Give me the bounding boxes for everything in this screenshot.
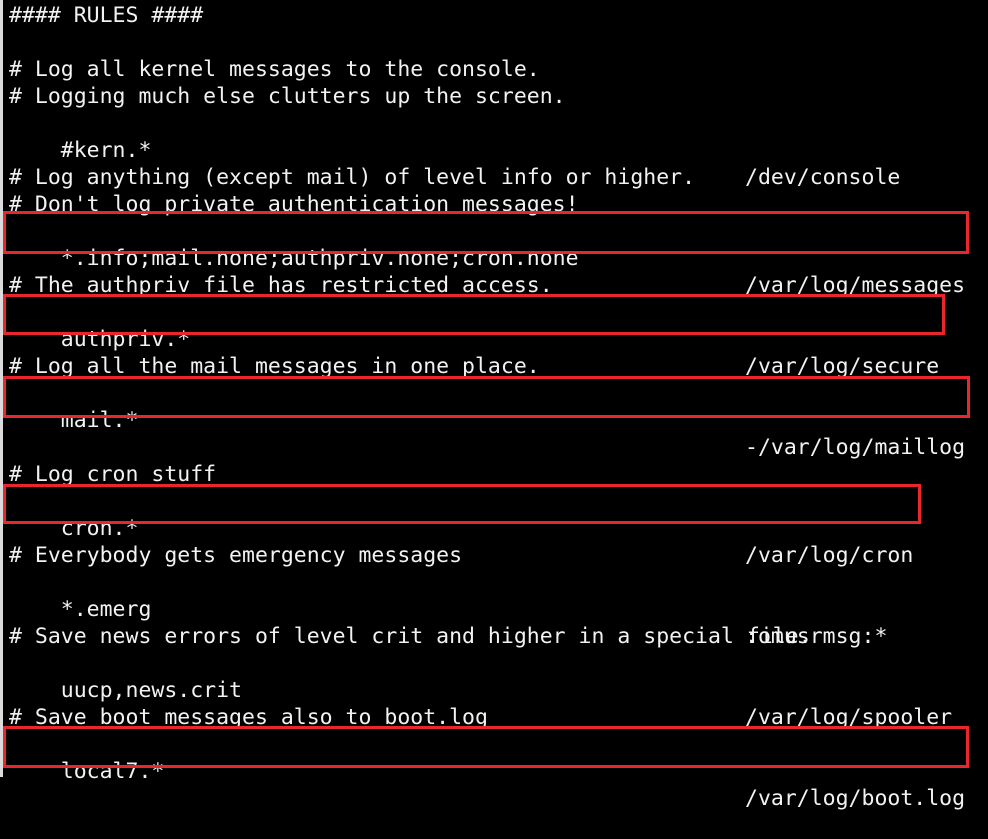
comment-line: # Log cron stuff	[9, 462, 217, 487]
comment-line: # The authpriv file has restricted acces…	[9, 273, 553, 298]
rule-line-kern: #kern.* /dev/console	[9, 110, 901, 190]
comment-line: # Log anything (except mail) of level in…	[9, 165, 696, 190]
comment-line: # Everybody gets emergency messages	[9, 543, 463, 568]
rule-selector: #kern.*	[60, 138, 152, 163]
highlight-box-cron	[3, 484, 921, 524]
rule-action: -/var/log/maillog	[745, 435, 966, 460]
highlight-box-maillog	[3, 376, 970, 418]
rule-line-maillog: mail.* -/var/log/maillog	[9, 380, 965, 460]
rule-line-cron: cron.* /var/log/cron	[9, 488, 914, 568]
rule-line-messages: *.info;mail.none;authpriv.none;cron.none…	[9, 218, 965, 298]
rule-action: /var/log/secure	[745, 354, 940, 379]
rule-selector: *.emerg	[60, 597, 152, 622]
rule-line-boot: local7.* /var/log/boot.log	[9, 731, 965, 811]
terminal-window[interactable]: #### RULES #### # Log all kernel message…	[0, 0, 988, 811]
rule-selector: mail.*	[60, 408, 139, 433]
comment-line: # Log all kernel messages to the console…	[9, 57, 540, 82]
rule-action: /dev/console	[745, 165, 901, 190]
comment-line: # Save news errors of level crit and hig…	[9, 624, 812, 649]
rule-selector: cron.*	[60, 516, 139, 541]
rule-line-spooler: uucp,news.crit /var/log/spooler	[9, 650, 952, 730]
rule-action: /var/log/spooler	[745, 705, 953, 730]
comment-line: # Log all the mail messages in one place…	[9, 354, 540, 379]
rule-selector: uucp,news.crit	[60, 678, 242, 703]
comment-line: # Save boot messages also to boot.log	[9, 705, 488, 730]
rule-selector: *.info;mail.none;authpriv.none;cron.none	[60, 246, 579, 271]
rule-action: /var/log/boot.log	[745, 786, 966, 811]
rule-line-emerg: *.emerg :omusrmsg:*	[9, 569, 888, 649]
rule-selector: local7.*	[60, 759, 165, 784]
rule-selector: authpriv.*	[60, 327, 191, 352]
comment-line: # Logging much else clutters up the scre…	[9, 84, 566, 109]
rule-line-secure: authpriv.* /var/log/secure	[9, 299, 939, 379]
comment-line: # Don't log private authentication messa…	[9, 192, 579, 217]
rules-header: #### RULES ####	[9, 3, 204, 28]
rule-action: /var/log/messages	[745, 273, 966, 298]
rule-action: /var/log/cron	[745, 543, 914, 568]
